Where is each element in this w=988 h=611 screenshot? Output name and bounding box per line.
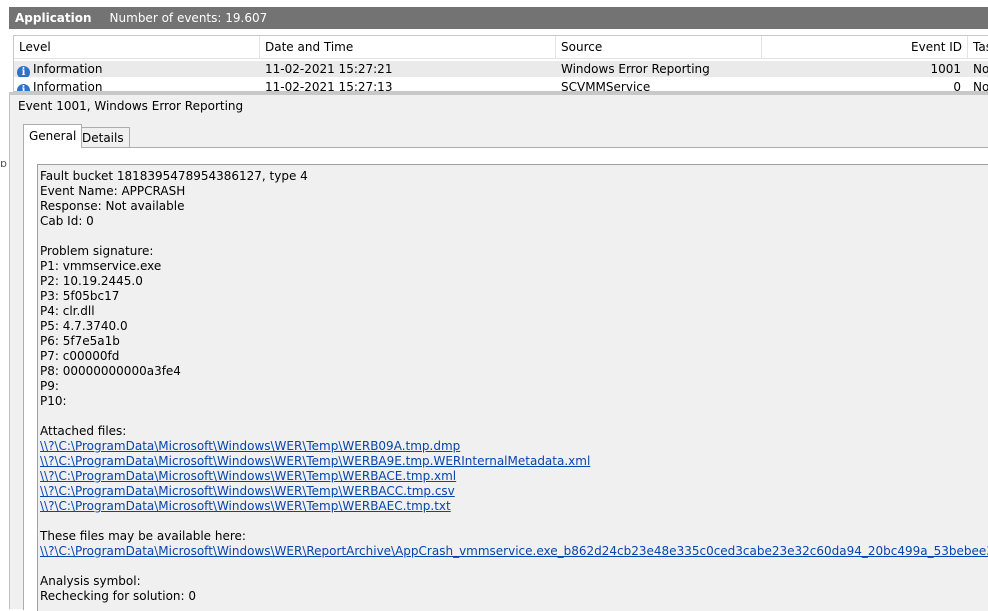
event-count: Number of events: 19.607 bbox=[109, 11, 268, 25]
attached-files-label: Attached files: bbox=[40, 424, 127, 438]
signature-p8: P8: 00000000000a3fe4 bbox=[40, 364, 181, 378]
row-datetime: 11-02-2021 15:27:21 bbox=[265, 62, 393, 76]
signature-p5: P5: 4.7.3740.0 bbox=[40, 319, 128, 333]
log-header-bar: Application Number of events: 19.607 bbox=[9, 7, 988, 29]
information-icon: i bbox=[17, 66, 30, 77]
attached-file-link[interactable]: \\?\C:\ProgramData\Microsoft\Windows\WER… bbox=[40, 499, 988, 514]
event-detail-pane: Event 1001, Windows Error Reporting Gene… bbox=[9, 95, 988, 611]
row-event-id: 1001 bbox=[930, 62, 961, 76]
event-detail-title: Event 1001, Windows Error Reporting bbox=[18, 99, 244, 113]
response-line: Response: Not available bbox=[40, 199, 185, 213]
event-description: Fault bucket 1818395478954386127, type 4… bbox=[40, 169, 988, 604]
signature-p2: P2: 10.19.2445.0 bbox=[40, 274, 143, 288]
signature-p6: P6: 5f7e5a1b bbox=[40, 334, 120, 348]
report-archive-link[interactable]: \\?\C:\ProgramData\Microsoft\Windows\WER… bbox=[40, 544, 988, 559]
attached-file-link[interactable]: \\?\C:\ProgramData\Microsoft\Windows\WER… bbox=[40, 439, 988, 454]
row-level-cell: i Information bbox=[17, 61, 257, 77]
available-here-label: These files may be available here: bbox=[40, 529, 246, 543]
attached-file-link[interactable]: \\?\C:\ProgramData\Microsoft\Windows\WER… bbox=[40, 454, 988, 469]
information-icon: i bbox=[17, 84, 30, 91]
signature-p10: P10: bbox=[40, 394, 67, 408]
row-task: No bbox=[973, 62, 988, 76]
attached-file-link[interactable]: \\?\C:\ProgramData\Microsoft\Windows\WER… bbox=[40, 469, 988, 484]
event-description-box[interactable]: Fault bucket 1818395478954386127, type 4… bbox=[37, 164, 988, 611]
row-source: SCVMMService bbox=[561, 80, 651, 92]
analysis-symbol-line: Analysis symbol: bbox=[40, 574, 141, 588]
signature-p1: P1: vmmservice.exe bbox=[40, 259, 162, 273]
general-tab-panel: Fault bucket 1818395478954386127, type 4… bbox=[23, 147, 988, 611]
log-title: Application bbox=[15, 11, 92, 25]
column-header-source[interactable]: Source bbox=[556, 36, 762, 58]
row-event-id: 0 bbox=[953, 80, 961, 92]
row-level-cell: i Information bbox=[17, 79, 257, 92]
column-header-event-id[interactable]: Event ID bbox=[762, 36, 968, 58]
signature-p4: P4: clr.dll bbox=[40, 304, 95, 318]
row-level: Information bbox=[33, 62, 103, 76]
signature-p9: P9: bbox=[40, 379, 59, 393]
fault-bucket-line: Fault bucket 1818395478954386127, type 4 bbox=[40, 169, 308, 183]
grid-header: Level Date and Time Source Event ID Tas bbox=[14, 36, 988, 59]
column-header-level[interactable]: Level bbox=[14, 36, 260, 58]
row-task: No bbox=[973, 80, 988, 92]
signature-p3: P3: 5f05bc17 bbox=[40, 289, 120, 303]
column-header-task[interactable]: Tas bbox=[968, 36, 988, 58]
left-panel-edge: ɒ bbox=[0, 0, 9, 609]
tab-general[interactable]: General bbox=[23, 124, 83, 148]
tab-details[interactable]: Details bbox=[76, 127, 130, 148]
row-source: Windows Error Reporting bbox=[561, 62, 710, 76]
problem-signature-label: Problem signature: bbox=[40, 244, 154, 258]
cab-id-line: Cab Id: 0 bbox=[40, 214, 94, 228]
rechecking-line: Rechecking for solution: 0 bbox=[40, 589, 197, 603]
left-panel-glyph: ɒ bbox=[0, 157, 7, 170]
event-row[interactable]: i Information 11-02-2021 15:27:13 SCVMMSe… bbox=[14, 79, 988, 92]
event-row[interactable]: i Information 11-02-2021 15:27:21 Windows… bbox=[14, 61, 988, 77]
column-header-date-time[interactable]: Date and Time bbox=[260, 36, 556, 58]
row-datetime: 11-02-2021 15:27:13 bbox=[265, 80, 393, 92]
row-level: Information bbox=[33, 80, 103, 92]
attached-file-link[interactable]: \\?\C:\ProgramData\Microsoft\Windows\WER… bbox=[40, 484, 988, 499]
event-name-line: Event Name: APPCRASH bbox=[40, 184, 186, 198]
signature-p7: P7: c00000fd bbox=[40, 349, 120, 363]
events-grid: Level Date and Time Source Event ID Tas … bbox=[13, 35, 988, 92]
